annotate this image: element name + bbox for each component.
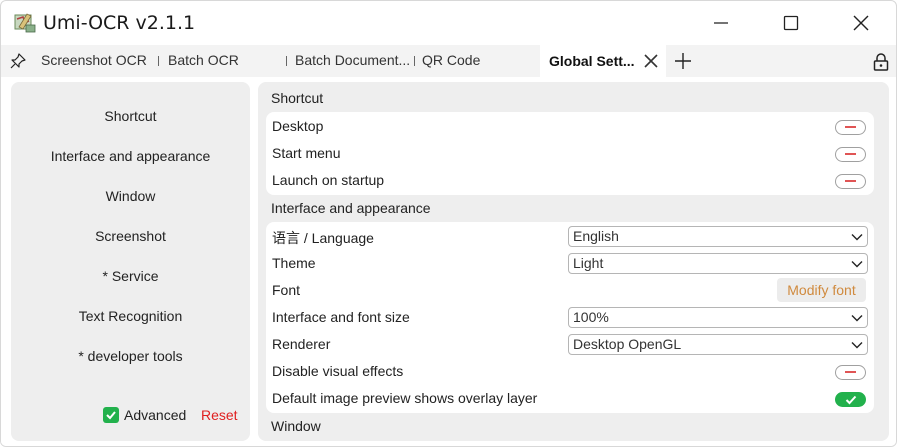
modify-font-button[interactable]: Modify font [777,278,866,302]
setting-label: 语言 / Language [272,230,374,246]
chevron-down-icon [851,342,863,349]
tab-global-settings-label: Global Sett... [549,53,635,69]
select-value: 100% [573,309,609,325]
tab-bar: Screenshot OCR Batch OCR Batch Document.… [1,45,896,77]
tab-global-settings[interactable]: Global Sett... [540,45,666,77]
setting-row-renderer: Renderer Desktop OpenGL [266,331,874,358]
pin-icon[interactable] [10,53,26,69]
appearance-card: 语言 / Language English Theme Light Font M… [266,222,874,413]
maximize-icon [783,15,799,31]
setting-row-theme: Theme Light [266,250,874,277]
desktop-shortcut-switch[interactable] [835,120,866,135]
setting-row-desktop: Desktop [266,113,874,140]
theme-select[interactable]: Light [568,253,868,274]
lock-icon[interactable] [872,53,890,71]
reset-button[interactable]: Reset [201,407,238,423]
chevron-down-icon [851,234,863,241]
advanced-label: Advanced [124,407,187,423]
setting-label: Interface and font size [272,309,410,325]
sidebar-item-window[interactable]: Window [11,188,250,204]
chevron-down-icon [851,315,863,322]
select-value: English [573,228,619,244]
tab-separator [158,56,159,66]
window-title: Umi-OCR v2.1.1 [43,12,196,34]
setting-row-start-menu: Start menu [266,140,874,167]
tab-separator [286,56,287,66]
setting-label: Default image preview shows overlay laye… [272,390,538,406]
tab-qr-code[interactable]: QR Code [422,52,480,68]
sidebar-item-text-recognition[interactable]: Text Recognition [11,308,250,324]
renderer-select[interactable]: Desktop OpenGL [568,334,868,355]
advanced-toggle[interactable]: Advanced [103,407,186,423]
setting-row-overlay: Default image preview shows overlay laye… [266,385,874,412]
setting-row-visual-effects: Disable visual effects [266,358,874,385]
tab-separator [414,56,415,66]
font-size-select[interactable]: 100% [568,307,868,328]
section-title-window: Window [271,418,321,434]
shortcut-card: Desktop Start menu Launch on startup [266,112,874,195]
title-bar[interactable]: Umi-OCR v2.1.1 [1,1,896,45]
check-icon [106,411,116,420]
settings-sidebar: Shortcut Interface and appearance Window… [11,82,250,441]
overlay-layer-switch[interactable] [835,392,866,407]
start-menu-switch[interactable] [835,147,866,162]
setting-row-language: 语言 / Language English [266,223,874,250]
setting-row-launch-on-startup: Launch on startup [266,167,874,194]
check-icon [845,395,856,404]
sidebar-item-service[interactable]: * Service [11,268,250,284]
advanced-checkbox[interactable] [103,407,119,423]
setting-label: Start menu [272,145,341,161]
setting-label: Theme [272,255,316,271]
setting-label: Font [272,282,301,298]
section-title-interface: Interface and appearance [271,200,431,216]
sidebar-item-interface[interactable]: Interface and appearance [11,148,250,164]
app-window: Umi-OCR v2.1.1 Screenshot OCR Batch OCR … [0,0,897,447]
select-value: Desktop OpenGL [573,336,682,352]
app-logo-icon [14,13,36,33]
chevron-down-icon [851,261,863,268]
minimize-icon [714,22,728,24]
close-icon [853,15,869,31]
setting-label: Renderer [272,336,331,352]
off-dash-icon [845,153,856,155]
off-dash-icon [845,180,856,182]
off-dash-icon [845,126,856,128]
setting-row-font: Font Modify font [266,277,874,304]
tab-batch-ocr[interactable]: Batch OCR [168,52,239,68]
setting-label: Launch on startup [272,172,385,188]
select-value: Light [573,255,604,271]
maximize-button[interactable] [756,1,826,45]
sidebar-item-shortcut[interactable]: Shortcut [11,108,250,124]
launch-on-startup-switch[interactable] [835,174,866,189]
setting-label: Disable visual effects [272,363,404,379]
setting-row-font-size: Interface and font size 100% [266,304,874,331]
language-select[interactable]: English [568,226,868,247]
section-title-shortcut: Shortcut [271,90,324,106]
tab-batch-document[interactable]: Batch Document... [295,52,410,68]
sidebar-item-screenshot[interactable]: Screenshot [11,228,250,244]
close-tab-icon[interactable] [643,53,659,69]
close-window-button[interactable] [826,1,896,45]
setting-label: Desktop [272,118,324,134]
tab-screenshot-ocr[interactable]: Screenshot OCR [41,52,147,68]
disable-visual-effects-switch[interactable] [835,365,866,380]
add-tab-icon[interactable] [673,51,693,71]
off-dash-icon [845,371,856,373]
settings-content[interactable]: Shortcut Desktop Start menu Launch on st… [258,82,889,441]
minimize-button[interactable] [686,1,756,45]
sidebar-item-developer-tools[interactable]: * developer tools [11,348,250,364]
